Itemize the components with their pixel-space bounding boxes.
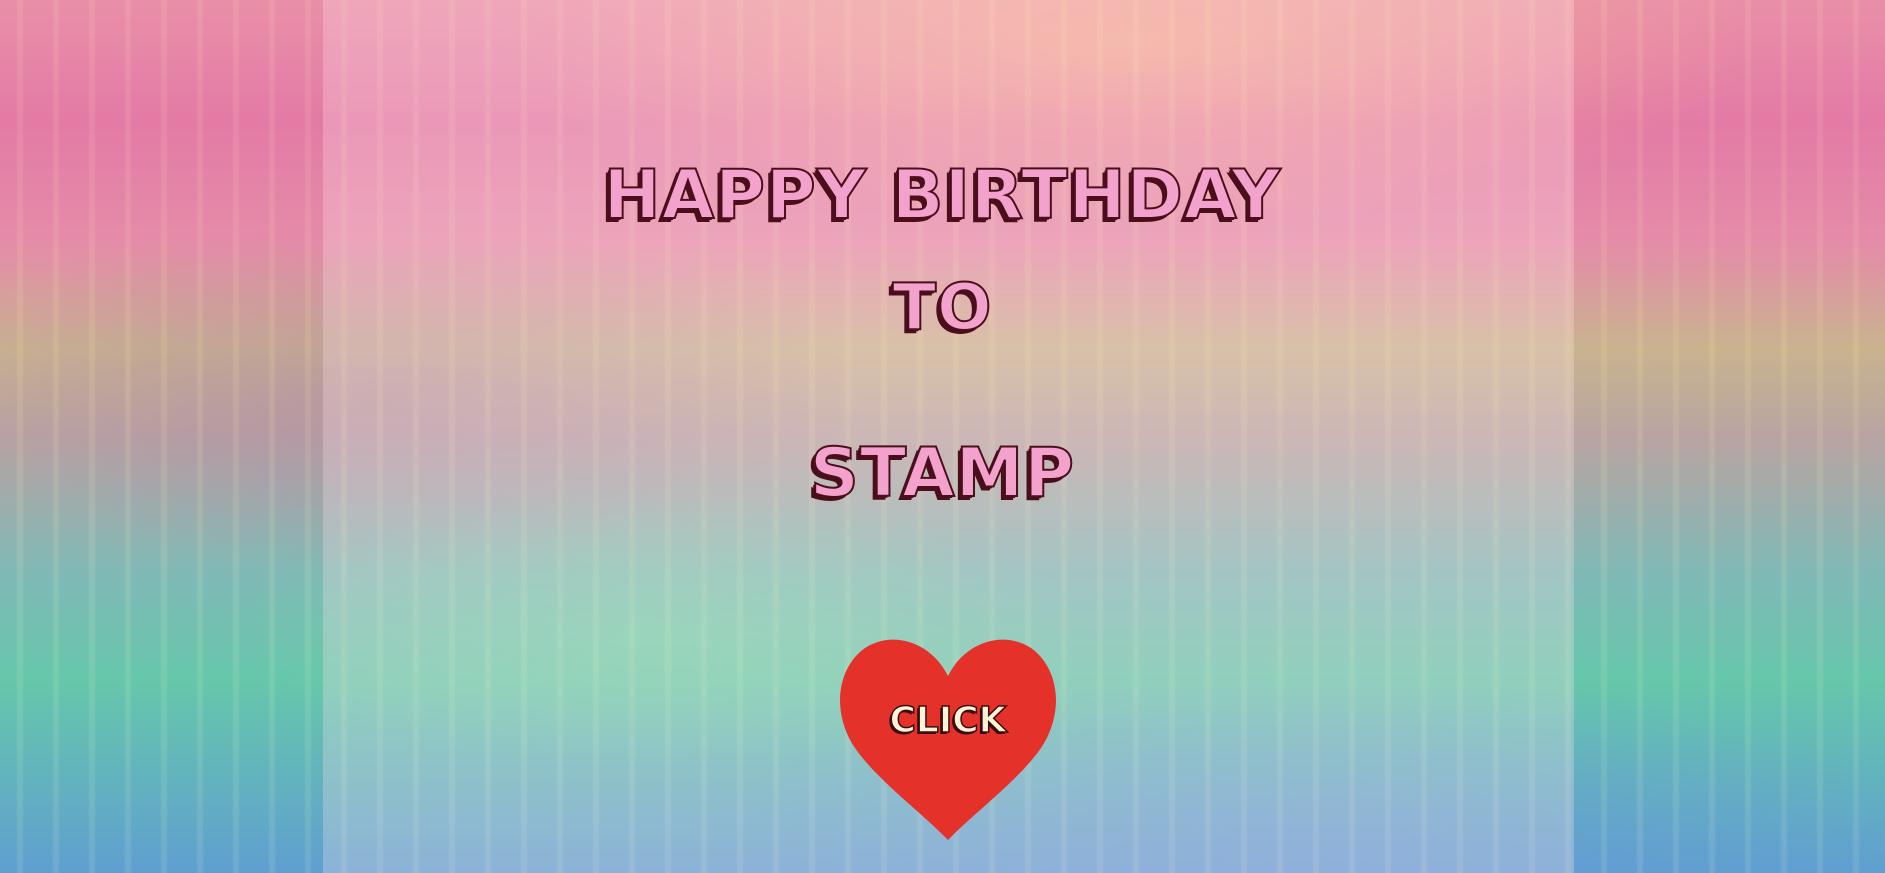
click-label: CLICK xyxy=(889,699,1008,742)
greeting-to: TO xyxy=(891,271,993,345)
click-heart-button[interactable]: CLICK xyxy=(835,630,1061,840)
greeting-title: HAPPY BIRTHDAY xyxy=(603,156,1282,235)
recipient-name: STAMP xyxy=(809,434,1076,513)
